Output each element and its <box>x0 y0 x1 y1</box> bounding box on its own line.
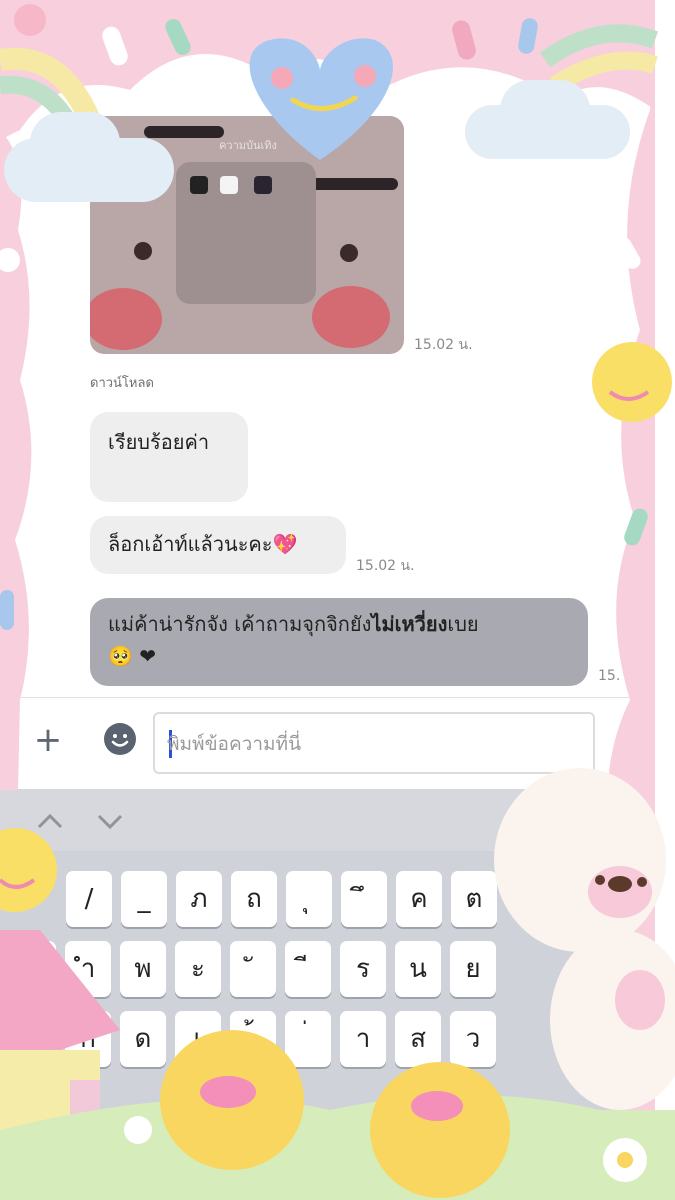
chevron-down-icon[interactable] <box>96 807 124 835</box>
message-time-2: 15.02 น. <box>356 558 415 574</box>
message-bubble-2[interactable]: ล็อกเอ้าท์แล้วนะคะ💖 <box>90 516 346 574</box>
key-2-5[interactable]: ่ <box>285 1011 331 1067</box>
chevron-up-icon[interactable] <box>36 807 64 835</box>
message-input-bar: + <box>0 697 675 789</box>
photo-app-icon-2 <box>220 176 238 194</box>
photo-time: 15.02 น. <box>414 337 473 353</box>
emoji-icon[interactable] <box>104 723 136 755</box>
thai-keyboard: /_ภถุึคตไำพะัีรนยฟกดเ้่าสว <box>0 789 675 1200</box>
photo-app-icon-3 <box>254 176 272 194</box>
message-text-3-bold: ไม่เหวี่ยง <box>371 612 448 636</box>
message-time-3: 15. <box>598 668 621 684</box>
photo-brow-right <box>310 178 398 190</box>
message-text-3b: เบย <box>447 612 479 636</box>
photo-eye-left <box>134 242 152 260</box>
key-1-3[interactable]: ะ <box>175 941 221 997</box>
key-0-4[interactable]: ุ <box>286 871 332 927</box>
photo-cheek-right <box>312 286 390 348</box>
photo-eye-right <box>340 244 358 262</box>
keyboard-toolbar <box>0 789 675 851</box>
key-1-5[interactable]: ี <box>285 941 331 997</box>
key-0-1[interactable]: _ <box>121 871 167 927</box>
key-1-6[interactable]: ร <box>340 941 386 997</box>
key-1-7[interactable]: น <box>395 941 441 997</box>
message-input-field[interactable] <box>153 712 595 774</box>
key-2-2[interactable]: ด <box>120 1011 166 1067</box>
photo-folder-title: ความบันเทิง <box>219 139 277 152</box>
photo-app-folder <box>176 162 316 304</box>
photo-cheek-left <box>90 288 162 350</box>
message-text-2: ล็อกเอ้าท์แล้วนะคะ💖 <box>108 532 298 556</box>
key-1-8[interactable]: ย <box>450 941 496 997</box>
message-bubble-3[interactable]: แม่ค้าน่ารักจัง เค้าถามจุกจิกยังไม่เหวี่… <box>90 598 588 686</box>
plus-icon[interactable]: + <box>28 720 68 760</box>
key-0-0[interactable]: / <box>66 871 112 927</box>
key-1-1[interactable]: ำ <box>65 941 111 997</box>
key-1-4[interactable]: ั <box>230 941 276 997</box>
key-2-4[interactable]: ้ <box>230 1011 276 1067</box>
key-1-0[interactable]: ไ <box>10 941 56 997</box>
key-0-6[interactable]: ค <box>396 871 442 927</box>
chat-area[interactable]: ความบันเทิง 15.02 น. ดาวน์โหลด เรียบร้อย… <box>0 0 675 700</box>
smiley-face-icon <box>111 734 129 747</box>
message-input[interactable] <box>167 726 577 762</box>
photo-message[interactable]: ความบันเทิง <box>90 116 404 354</box>
message-bubble-1[interactable]: เรียบร้อยค่า <box>90 412 248 502</box>
key-2-1[interactable]: ก <box>65 1011 111 1067</box>
key-1-2[interactable]: พ <box>120 941 166 997</box>
message-text-3a: แม่ค้าน่ารักจัง เค้าถามจุกจิกยัง <box>108 612 372 636</box>
key-2-7[interactable]: ส <box>395 1011 441 1067</box>
key-0-2[interactable]: ภ <box>176 871 222 927</box>
key-2-8[interactable]: ว <box>450 1011 496 1067</box>
key-0-5[interactable]: ึ <box>341 871 387 927</box>
key-2-6[interactable]: า <box>340 1011 386 1067</box>
key-0-7[interactable]: ต <box>451 871 497 927</box>
screenshot-stage: ความบันเทิง 15.02 น. ดาวน์โหลด เรียบร้อย… <box>0 0 675 1200</box>
photo-app-icon-1 <box>190 176 208 194</box>
message-emoji-3: 🥺 ❤ <box>108 644 157 668</box>
key-2-0[interactable]: ฟ <box>10 1011 56 1067</box>
key-0-3[interactable]: ถ <box>231 871 277 927</box>
download-link[interactable]: ดาวน์โหลด <box>90 372 154 393</box>
key-2-3[interactable]: เ <box>175 1011 221 1067</box>
message-text-1: เรียบร้อยค่า <box>108 430 210 454</box>
